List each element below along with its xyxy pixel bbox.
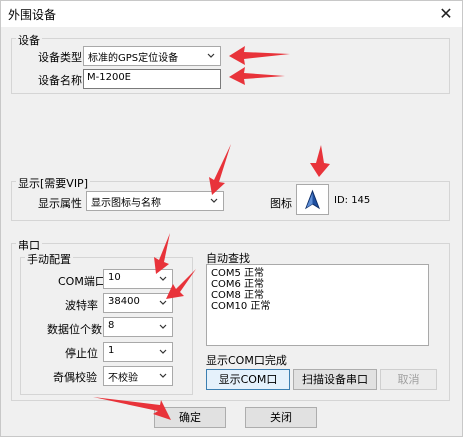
- display-attr-select[interactable]: 显示图标与名称: [86, 191, 224, 211]
- icon-label: 图标: [270, 197, 292, 210]
- stop-bits-select[interactable]: 1: [103, 342, 173, 362]
- parity-select[interactable]: 不校验: [103, 366, 173, 386]
- device-name-field[interactable]: M-1200E: [83, 69, 221, 89]
- list-item[interactable]: COM6 正常: [211, 279, 424, 290]
- parity-label: 奇偶校验: [53, 371, 97, 384]
- stop-bits-label: 停止位: [65, 347, 98, 360]
- data-bits-select[interactable]: 8: [103, 317, 173, 337]
- cancel-button: 取消: [380, 369, 437, 390]
- device-type-value: 标准的GPS定位设备: [88, 53, 179, 64]
- navigation-arrow-icon: [305, 189, 320, 210]
- list-item[interactable]: COM8 正常: [211, 290, 424, 301]
- baud-rate-label: 波特率: [65, 299, 98, 312]
- data-bits-value: 8: [108, 320, 115, 331]
- chevron-down-icon: [157, 369, 169, 383]
- device-name-value: M-1200E: [87, 72, 132, 83]
- data-bits-label: 数据位个数: [47, 323, 102, 336]
- display-group-label: 显示[需要VIP]: [16, 175, 90, 191]
- close-button[interactable]: 关闭: [245, 407, 317, 428]
- icon-id: ID: 145: [334, 195, 371, 206]
- stop-bits-value: 1: [108, 345, 115, 356]
- auto-find-status: 显示COM口完成: [206, 354, 287, 367]
- com-port-value: 10: [108, 272, 121, 283]
- chevron-down-icon: [205, 49, 217, 63]
- close-icon[interactable]: ✕: [435, 3, 457, 25]
- list-item[interactable]: COM5 正常: [211, 268, 424, 279]
- window-title: 外围设备: [8, 8, 57, 22]
- com-port-list[interactable]: COM5 正常 COM6 正常 COM8 正常 COM10 正常: [206, 264, 429, 346]
- scan-serial-button[interactable]: 扫描设备串口: [293, 369, 377, 390]
- chevron-down-icon: [157, 272, 169, 286]
- show-com-button[interactable]: 显示COM口: [206, 369, 290, 390]
- ok-button[interactable]: 确定: [154, 407, 226, 428]
- device-type-select[interactable]: 标准的GPS定位设备: [83, 46, 221, 66]
- list-item[interactable]: COM10 正常: [211, 301, 424, 312]
- com-port-label: COM端口: [58, 275, 106, 288]
- display-attr-value: 显示图标与名称: [91, 198, 161, 209]
- peripheral-dialog: 外围设备 ✕ 设备 设备类型 标准的GPS定位设备 设备名称 M-1200E 显…: [0, 0, 463, 437]
- chevron-down-icon: [157, 296, 169, 310]
- device-group-label: 设备: [16, 32, 42, 48]
- annotation-arrow: [310, 145, 330, 177]
- chevron-down-icon: [208, 194, 220, 208]
- manual-config-label: 手动配置: [25, 251, 73, 267]
- chevron-down-icon: [157, 345, 169, 359]
- device-name-label: 设备名称: [38, 74, 82, 87]
- icon-picker[interactable]: [296, 184, 329, 215]
- title-bar: 外围设备 ✕: [1, 1, 462, 27]
- baud-rate-select[interactable]: 38400: [103, 293, 173, 313]
- chevron-down-icon: [157, 320, 169, 334]
- device-type-label: 设备类型: [38, 51, 82, 64]
- com-port-select[interactable]: 10: [103, 269, 173, 289]
- baud-rate-value: 38400: [108, 296, 140, 307]
- parity-value: 不校验: [108, 373, 138, 384]
- display-attr-label: 显示属性: [38, 197, 82, 210]
